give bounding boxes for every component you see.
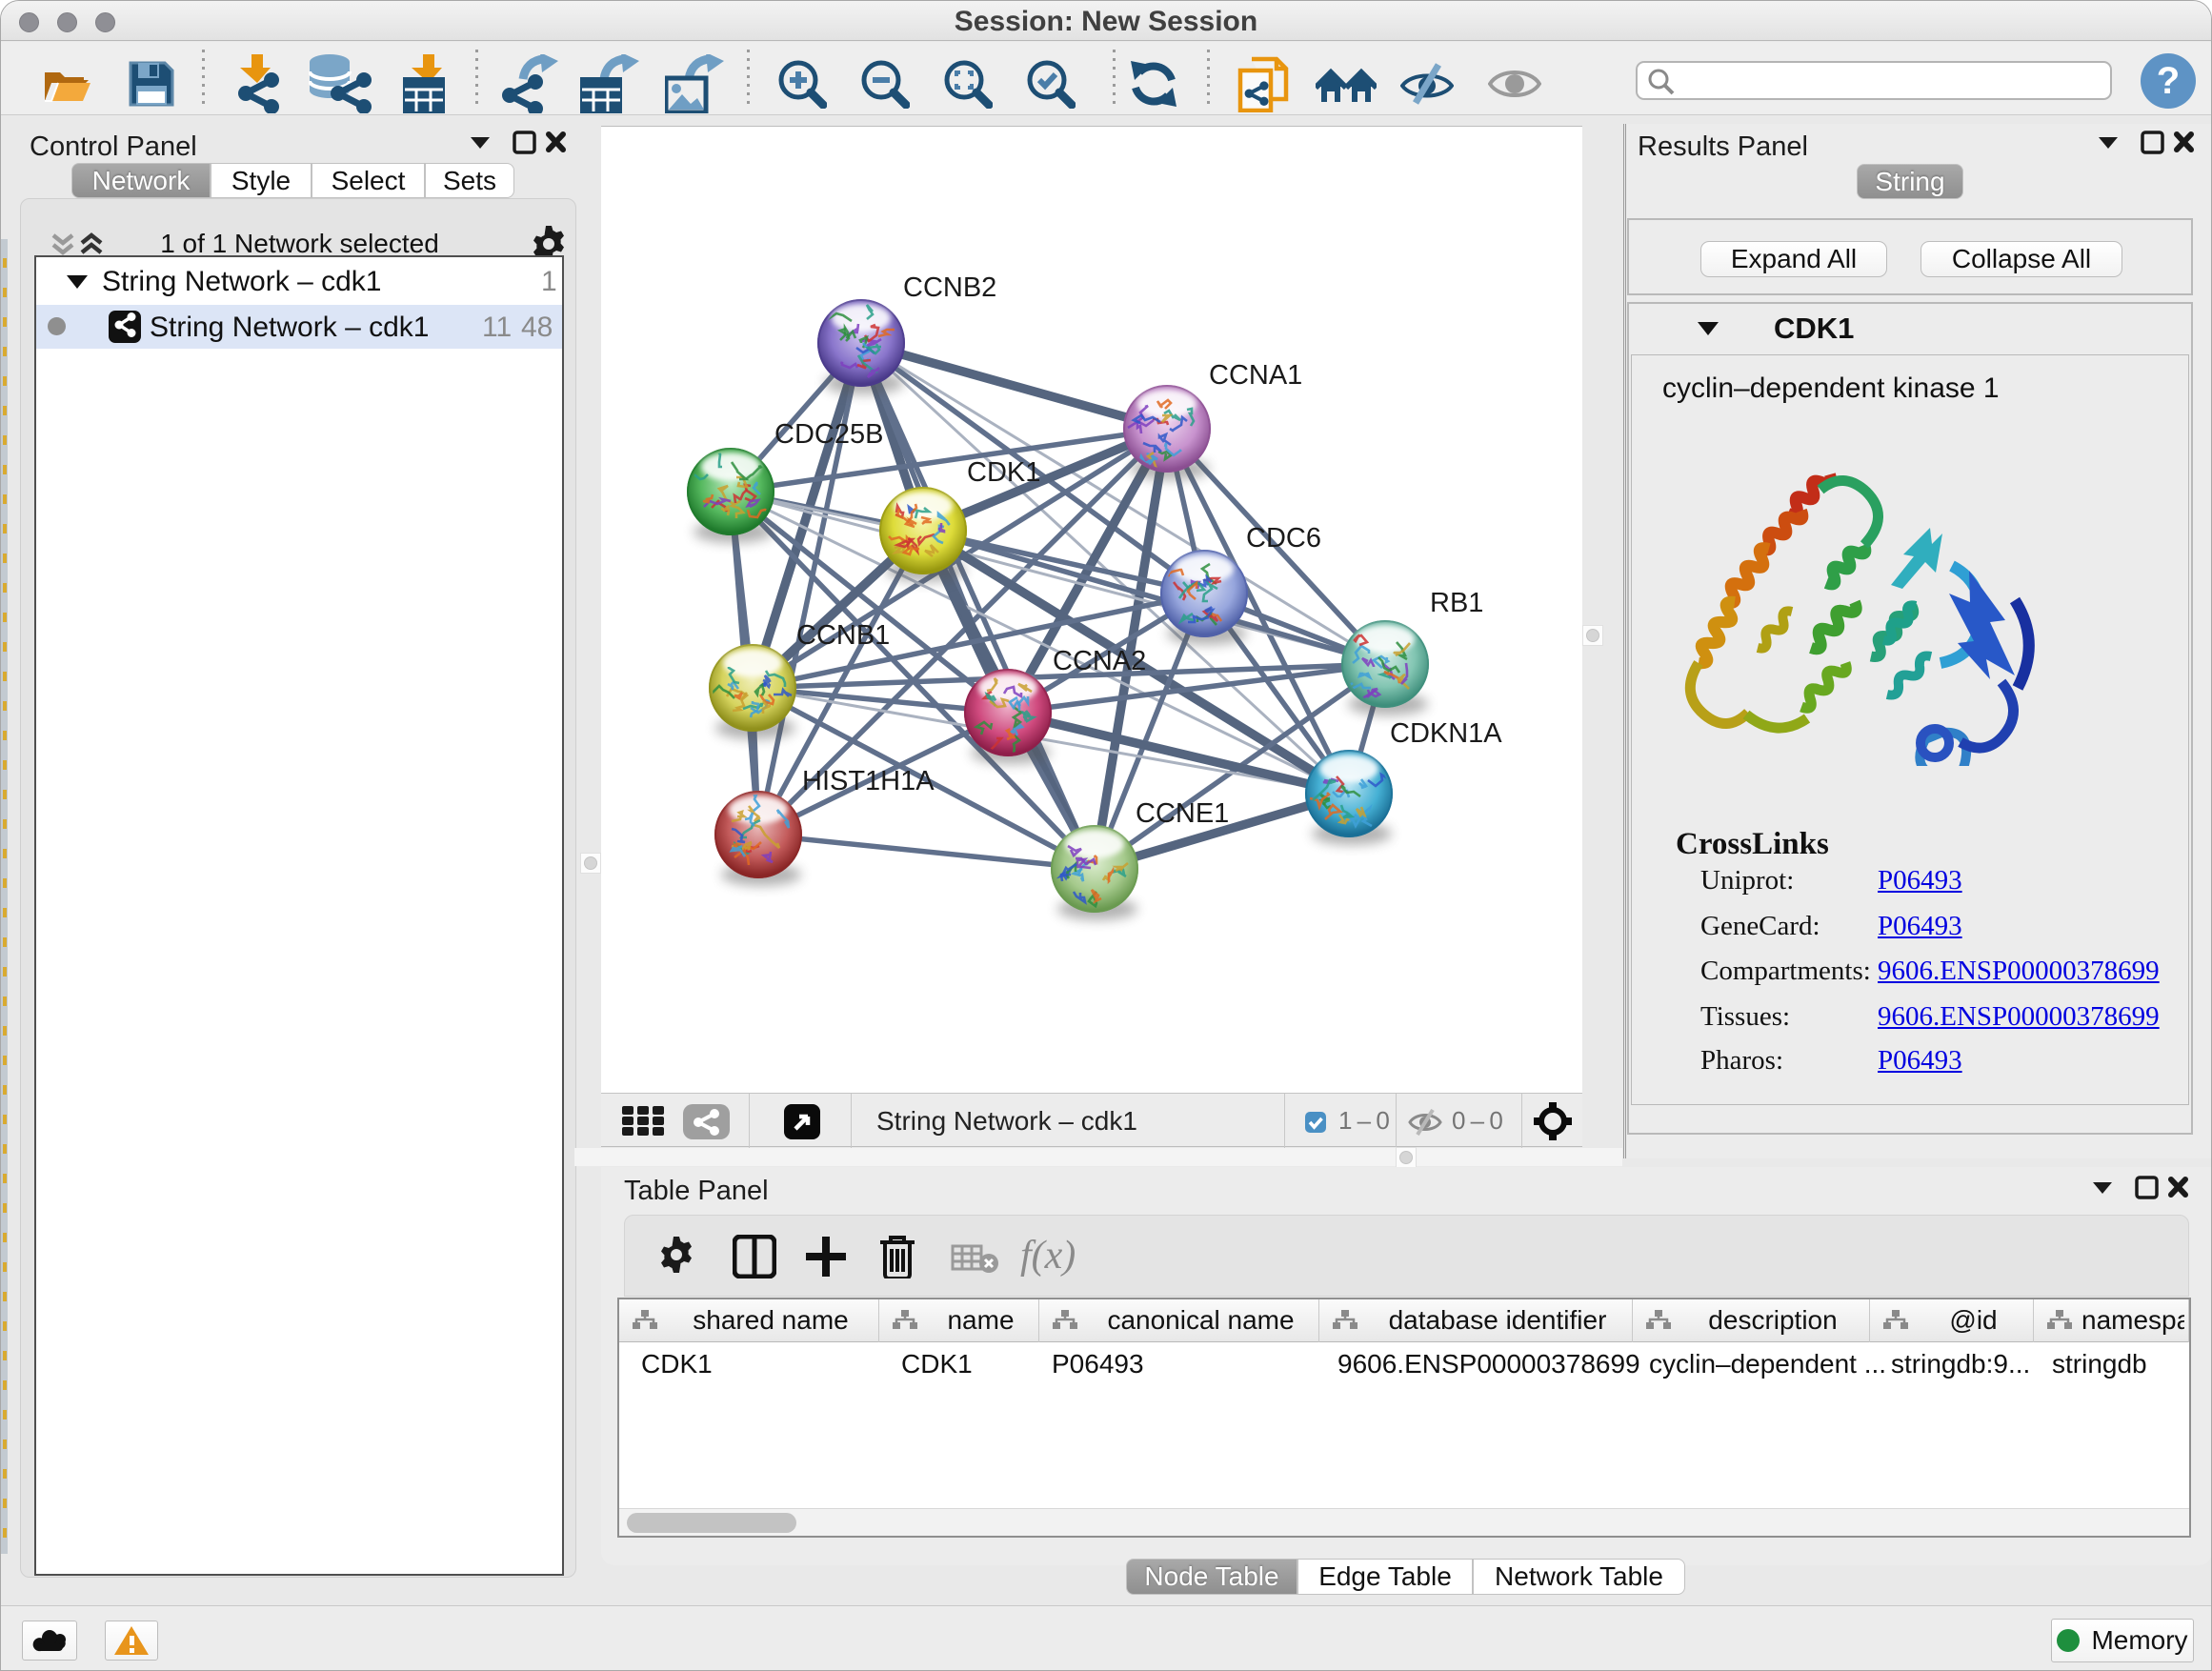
svg-text:CCNB1: CCNB1 xyxy=(796,620,890,651)
svg-text:CDC25B: CDC25B xyxy=(774,419,883,450)
svg-text:CCNE1: CCNE1 xyxy=(1136,798,1229,829)
svg-text:CDK1: CDK1 xyxy=(967,457,1040,488)
svg-text:CCNA2: CCNA2 xyxy=(1053,646,1146,676)
svg-text:HIST1H1A: HIST1H1A xyxy=(802,766,935,796)
svg-text:CDC6: CDC6 xyxy=(1246,523,1321,554)
svg-text:CCNB2: CCNB2 xyxy=(903,272,996,303)
svg-text:CCNA1: CCNA1 xyxy=(1209,360,1302,391)
svg-text:RB1: RB1 xyxy=(1430,588,1483,618)
svg-text:CDKN1A: CDKN1A xyxy=(1390,718,1502,749)
